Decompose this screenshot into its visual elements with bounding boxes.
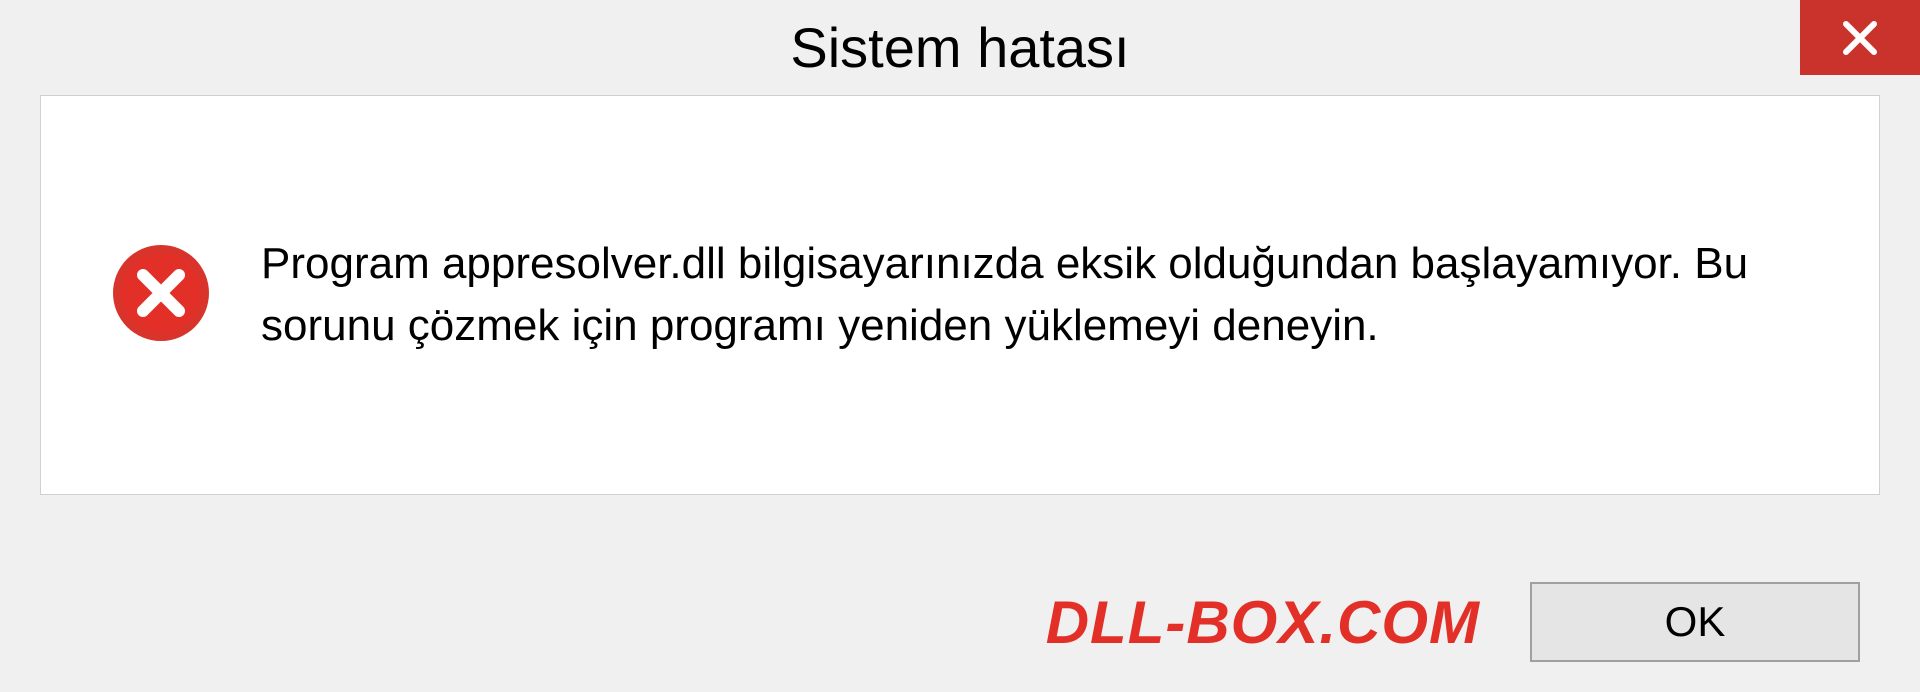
content-panel: Program appresolver.dll bilgisayarınızda…	[40, 95, 1880, 495]
close-button[interactable]	[1800, 0, 1920, 75]
ok-button[interactable]: OK	[1530, 582, 1860, 662]
watermark-text: DLL-BOX.COM	[1046, 588, 1480, 657]
error-icon	[111, 243, 211, 343]
dialog-title: Sistem hatası	[790, 15, 1129, 80]
error-dialog: Sistem hatası Program appresolver.dll bi…	[0, 0, 1920, 692]
error-message: Program appresolver.dll bilgisayarınızda…	[261, 233, 1809, 356]
close-icon	[1840, 18, 1880, 58]
error-icon-wrap	[111, 243, 211, 348]
dialog-footer: DLL-BOX.COM OK	[0, 552, 1920, 692]
title-bar: Sistem hatası	[0, 0, 1920, 95]
